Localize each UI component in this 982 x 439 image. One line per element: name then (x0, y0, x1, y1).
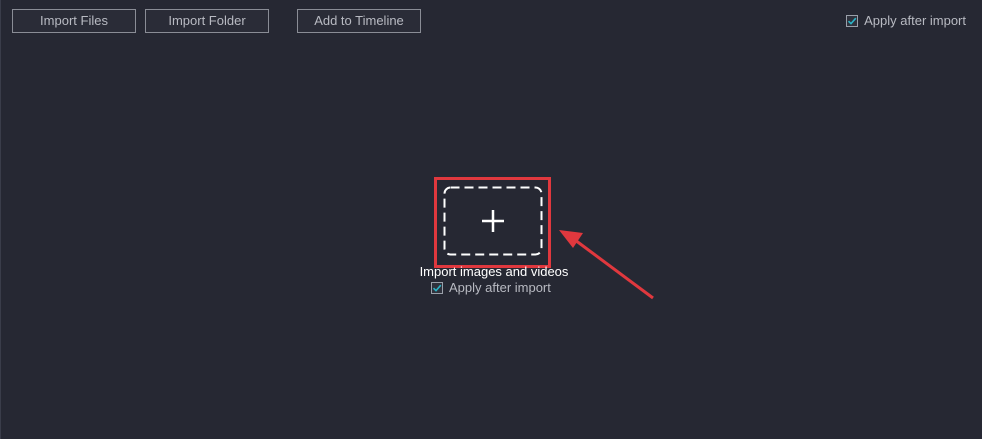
apply-after-import-label-center: Apply after import (449, 280, 551, 295)
media-import-panel: Import Files Import Folder Add to Timeli… (0, 0, 982, 439)
add-to-timeline-button[interactable]: Add to Timeline (297, 9, 421, 33)
import-drop-zone[interactable] (443, 186, 543, 256)
drop-zone-label: Import images and videos (419, 264, 569, 279)
plus-icon (482, 210, 504, 232)
apply-after-import-checkbox-top[interactable] (846, 14, 859, 27)
apply-after-import-checkbox-center[interactable] (431, 281, 443, 294)
import-files-button[interactable]: Import Files (12, 9, 136, 33)
apply-after-import-toggle-center[interactable]: Apply after import (431, 280, 551, 295)
apply-after-import-label-top: Apply after import (864, 13, 966, 28)
import-folder-button[interactable]: Import Folder (145, 9, 269, 33)
checkmark-icon (848, 17, 857, 25)
checkmark-icon (432, 284, 442, 292)
apply-after-import-toggle-top[interactable]: Apply after import (846, 13, 966, 28)
dashed-frame-icon (443, 186, 543, 256)
